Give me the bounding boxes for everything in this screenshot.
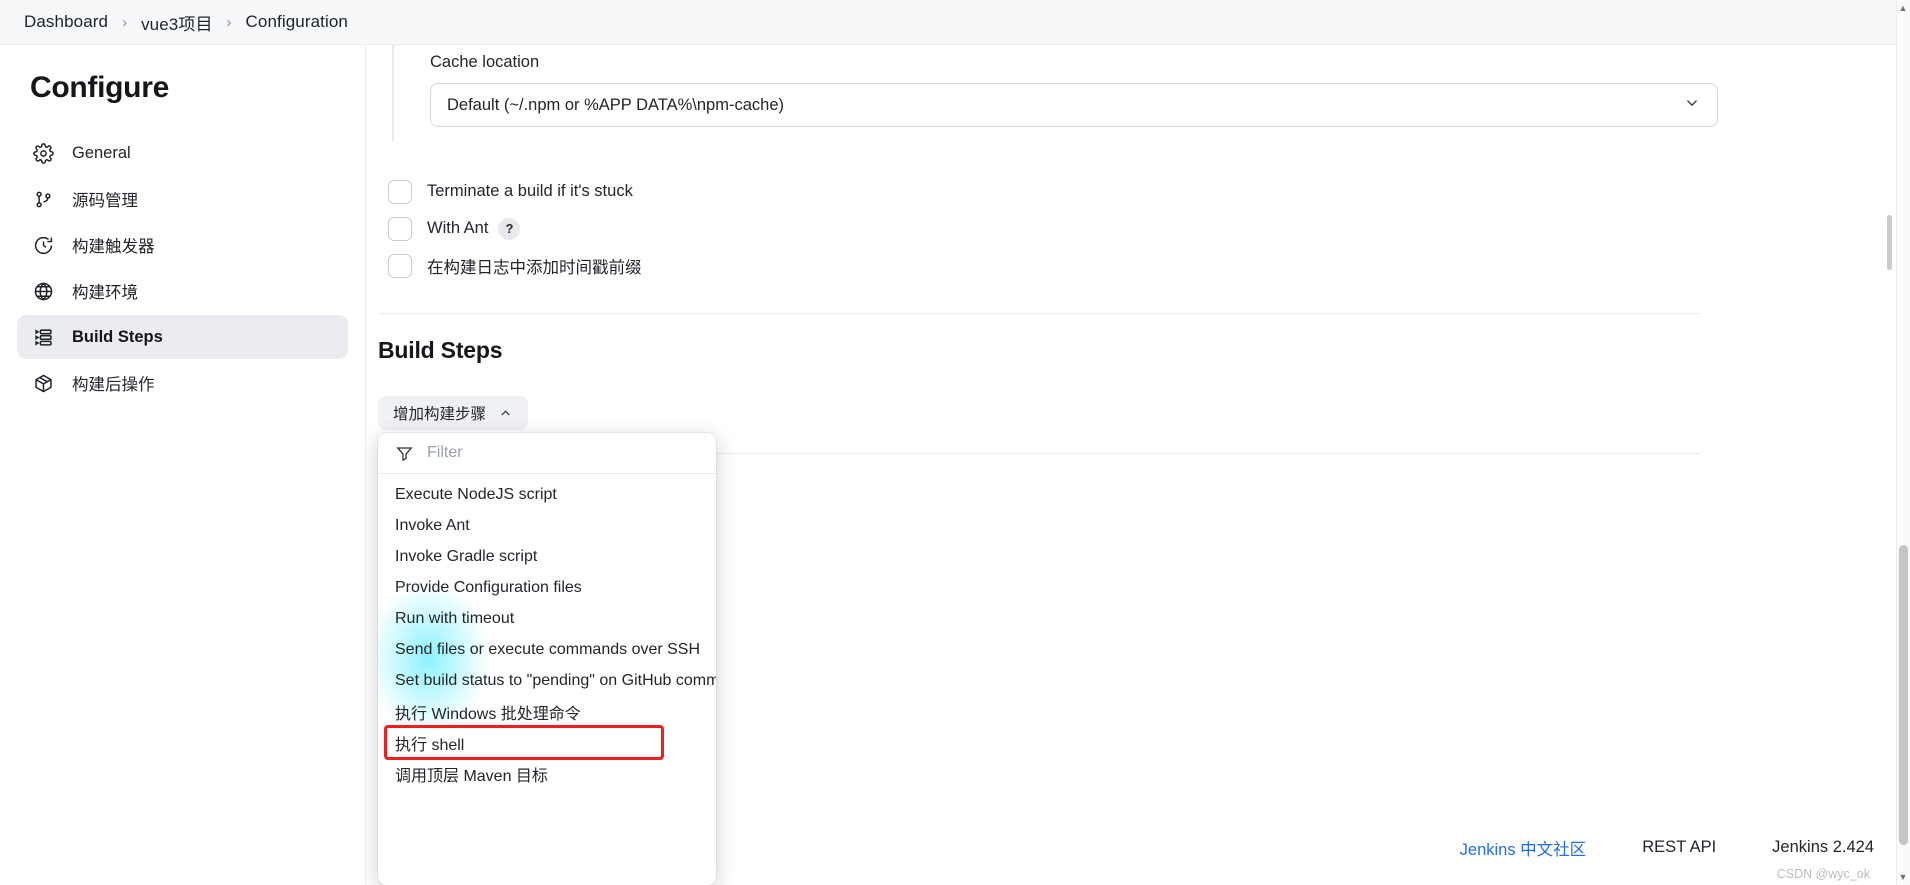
add-build-step-label: 增加构建步骤 (393, 406, 487, 423)
checkbox-row-timestamp-prefix[interactable]: 在构建日志中添加时间戳前缀 (378, 247, 642, 284)
chevron-up-icon (498, 406, 513, 421)
dropdown-item-execute-shell[interactable]: 执行 shell (384, 725, 664, 760)
sidebar-item-label: 源码管理 (72, 192, 138, 210)
checkbox-row-with-ant[interactable]: With Ant ? (378, 210, 642, 247)
scroll-thumb[interactable] (1899, 545, 1908, 845)
dropdown-item-execute-windows-batch[interactable]: 执行 Windows 批处理命令 (378, 696, 716, 727)
page-title: Configure (30, 71, 169, 104)
section-divider (378, 313, 1700, 314)
breadcrumb-separator: › (122, 13, 128, 31)
checkbox-with-ant[interactable] (388, 216, 412, 241)
breadcrumb-separator: › (226, 13, 232, 31)
sidebar-item-build-steps[interactable]: Build Steps (17, 315, 348, 359)
sidebar-item-build-environment[interactable]: 构建环境 (17, 269, 348, 313)
breadcrumb: Dashboard › vue3项目 › Configuration (0, 0, 1902, 45)
dropdown-filter-row[interactable]: Filter (378, 433, 716, 474)
sidebar-item-post-build-actions[interactable]: 构建后操作 (17, 361, 348, 405)
cache-location-select[interactable]: Default (~/.npm or %APP DATA%\npm-cache) (430, 83, 1718, 127)
checkbox-label: With Ant (427, 219, 489, 237)
globe-icon (31, 279, 55, 303)
build-step-dropdown-menu: Filter Execute NodeJS script Invoke Ant … (378, 433, 716, 885)
dropdown-item-run-with-timeout[interactable]: Run with timeout (378, 603, 716, 634)
clock-icon (31, 233, 55, 257)
chevron-down-icon (1683, 94, 1701, 117)
watermark: CSDN @wyc_ok (1776, 867, 1870, 881)
footer-link-rest-api[interactable]: REST API (1642, 838, 1716, 857)
git-branch-icon (31, 187, 55, 211)
dropdown-item-execute-nodejs-script[interactable]: Execute NodeJS script (378, 479, 716, 510)
sidebar-item-label: Build Steps (72, 327, 163, 346)
breadcrumb-item-dashboard[interactable]: Dashboard (18, 9, 114, 35)
sidebar: Configure General 源码管理 构建触发器 构建环境 Build … (0, 45, 366, 885)
sidebar-item-source-control[interactable]: 源码管理 (17, 177, 348, 221)
dropdown-item-invoke-gradle-script[interactable]: Invoke Gradle script (378, 541, 716, 572)
dropdown-item-provide-configuration-files[interactable]: Provide Configuration files (378, 572, 716, 603)
checkbox-label: 在构建日志中添加时间戳前缀 (427, 258, 642, 277)
build-steps-heading: Build Steps (378, 337, 503, 363)
build-options-checkbox-group: Terminate a build if it's stuck With Ant… (378, 173, 642, 284)
jenkins-configure-page: Dashboard › vue3项目 › Configuration Confi… (0, 0, 1910, 885)
sidebar-item-label: General (72, 143, 131, 162)
gear-icon (31, 141, 55, 165)
add-build-step-button[interactable]: 增加构建步骤 (378, 396, 529, 430)
dropdown-item-set-build-status-pending[interactable]: Set build status to "pending" on GitHub … (378, 665, 716, 696)
checkbox-row-terminate-stuck[interactable]: Terminate a build if it's stuck (378, 173, 642, 210)
sidebar-item-general[interactable]: General (17, 131, 348, 175)
checkbox-terminate-stuck[interactable] (388, 179, 412, 204)
sidebar-item-label: 构建触发器 (72, 238, 155, 256)
list-steps-icon (31, 325, 55, 349)
dropdown-item-invoke-maven-target[interactable]: 调用顶层 Maven 目标 (378, 758, 716, 789)
footer-link-jenkins-version[interactable]: Jenkins 2.424 (1772, 838, 1874, 857)
vertical-scrollbar[interactable]: ▲ ▼ (1896, 0, 1910, 885)
help-icon[interactable]: ? (498, 217, 521, 240)
footer-link-jenkins-community[interactable]: Jenkins 中文社区 (1460, 836, 1587, 860)
cache-location-label: Cache location (430, 53, 540, 71)
cache-location-field: Cache location Default (~/.npm or %APP D… (392, 45, 1722, 141)
package-icon (31, 371, 55, 395)
inner-scroll-thumb[interactable] (1887, 215, 1892, 270)
sidebar-item-label: 构建后操作 (72, 376, 155, 394)
scroll-up-arrow-icon[interactable]: ▲ (1897, 1, 1909, 15)
sidebar-item-label: 构建环境 (72, 284, 138, 302)
dropdown-item-invoke-ant[interactable]: Invoke Ant (378, 510, 716, 541)
main-content: Cache location Default (~/.npm or %APP D… (366, 45, 1902, 885)
dropdown-filter-input[interactable]: Filter (427, 444, 463, 462)
checkbox-label: Terminate a build if it's stuck (427, 182, 633, 200)
dropdown-item-send-files-over-ssh[interactable]: Send files or execute commands over SSH (378, 634, 716, 665)
dropdown-item-list: Execute NodeJS script Invoke Ant Invoke … (378, 474, 716, 789)
filter-icon (395, 444, 414, 463)
breadcrumb-item-configuration[interactable]: Configuration (240, 9, 354, 35)
cache-location-value: Default (~/.npm or %APP DATA%\npm-cache) (447, 95, 785, 114)
sidebar-nav: General 源码管理 构建触发器 构建环境 Build Steps 构建后操… (0, 131, 365, 405)
scroll-down-arrow-icon[interactable]: ▼ (1897, 870, 1909, 884)
breadcrumb-item-project[interactable]: vue3项目 (135, 7, 218, 38)
sidebar-item-build-triggers[interactable]: 构建触发器 (17, 223, 348, 267)
checkbox-timestamp-prefix[interactable] (388, 253, 412, 278)
